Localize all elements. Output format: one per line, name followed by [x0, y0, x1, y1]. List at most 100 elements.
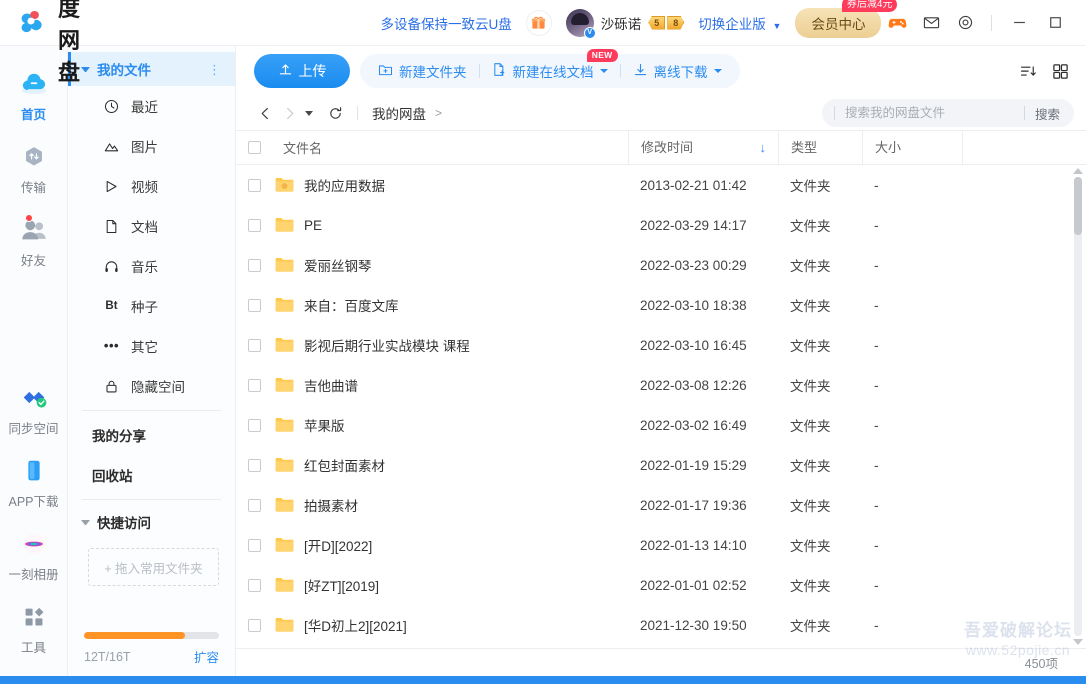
scrollbar-track[interactable] — [1074, 177, 1082, 636]
column-header-name[interactable]: 文件名 — [261, 138, 628, 157]
column-header-type[interactable]: 类型 — [778, 130, 862, 165]
select-all-checkbox[interactable] — [248, 141, 261, 154]
table-row[interactable]: 苹果版 2022-03-02 16:49 文件夹 - — [236, 405, 1086, 445]
table-row[interactable]: 拍摄素材 2022-01-17 19:36 文件夹 - — [236, 485, 1086, 525]
sidebar-item-my-shares[interactable]: 我的分享 — [68, 415, 235, 455]
storage-info: 12T/16T 扩容 — [84, 647, 219, 666]
vip-center-button[interactable]: 会员中心 券后减4元 — [795, 0, 898, 38]
file-name[interactable]: 拍摄素材 — [304, 495, 358, 515]
search-input[interactable] — [845, 106, 1014, 120]
sidebar-item-hidden-space[interactable]: 隐藏空间 — [68, 366, 235, 406]
more-vertical-icon[interactable]: ⋮ — [208, 63, 221, 76]
divider — [82, 499, 221, 500]
rail-item-photo-album[interactable]: 一刻相册 — [0, 520, 68, 593]
file-name[interactable]: 红包封面素材 — [304, 455, 385, 475]
sidebar-item-quick-access[interactable]: 快捷访问 — [68, 504, 235, 540]
row-checkbox[interactable] — [248, 418, 261, 432]
user-profile[interactable]: V 沙砾诺 5 8 — [565, 8, 685, 39]
sidebar-item-label: 隐藏空间 — [131, 380, 185, 395]
sidebar-item-my-files[interactable]: 我的文件 ⋮ — [68, 52, 235, 86]
row-checkbox[interactable] — [248, 618, 261, 632]
table-row[interactable]: 红包封面素材 2022-01-19 15:29 文件夹 - — [236, 445, 1086, 485]
scroll-down-icon[interactable] — [1073, 639, 1083, 645]
rail-item-transfer[interactable]: 传输 — [0, 133, 68, 206]
folder-plus-icon — [378, 62, 393, 80]
row-checkbox[interactable] — [248, 178, 261, 192]
file-name[interactable]: [好ZT][2019] — [304, 575, 379, 595]
table-row[interactable]: [开D][2022] 2022-01-13 14:10 文件夹 - — [236, 525, 1086, 565]
file-name[interactable]: 苹果版 — [304, 415, 345, 435]
table-row[interactable]: [好ZT][2019] 2022-01-01 02:52 文件夹 - — [236, 565, 1086, 605]
search-button[interactable]: 搜索 — [1035, 104, 1074, 123]
file-name[interactable]: 来自：百度文库 — [304, 295, 399, 315]
table-row[interactable]: PE 2022-03-29 14:17 文件夹 - — [236, 205, 1086, 245]
file-name-cell: 吉他曲谱 — [261, 375, 628, 395]
file-name-cell: 来自：百度文库 — [261, 295, 628, 315]
row-checkbox[interactable] — [248, 218, 261, 232]
row-checkbox[interactable] — [248, 458, 261, 472]
rail-item-sync-space[interactable]: 同步空间 — [0, 374, 68, 447]
table-row[interactable]: 吉他曲谱 2022-03-08 12:26 文件夹 - — [236, 365, 1086, 405]
minimize-button[interactable] — [1002, 8, 1036, 38]
new-folder-button[interactable]: 新建文件夹 — [366, 56, 479, 86]
switch-enterprise-button[interactable]: 切换企业版 ▼ — [698, 13, 781, 33]
rail-item-friends[interactable]: 好友 — [0, 206, 68, 279]
new-online-doc-button[interactable]: 新建在线文档 NEW — [480, 49, 620, 86]
maximize-button[interactable] — [1038, 8, 1072, 38]
file-name[interactable]: 爱丽丝钢琴 — [304, 255, 372, 275]
sidebar-item-documents[interactable]: 文档 — [68, 206, 235, 246]
gift-icon[interactable] — [525, 9, 552, 36]
table-row[interactable]: 爱丽丝钢琴 2022-03-23 00:29 文件夹 - — [236, 245, 1086, 285]
row-checkbox[interactable] — [248, 378, 261, 392]
row-checkbox[interactable] — [248, 538, 261, 552]
sidebar-item-other[interactable]: ••• 其它 — [68, 326, 235, 366]
folder-icon — [275, 497, 294, 513]
row-checkbox[interactable] — [248, 498, 261, 512]
refresh-button[interactable] — [323, 101, 347, 125]
scroll-up-icon[interactable] — [1073, 168, 1083, 174]
grid-view-icon[interactable] — [1046, 57, 1074, 85]
file-name[interactable]: [开D][2022] — [304, 535, 372, 555]
quick-access-dropzone[interactable]: + 拖入常用文件夹 — [88, 548, 219, 586]
sidebar-item-torrents[interactable]: Bt 种子 — [68, 286, 235, 326]
rail-item-app-download[interactable]: APP下载 — [0, 447, 68, 520]
file-name[interactable]: [华D初上2][2021] — [304, 615, 407, 635]
expand-storage-link[interactable]: 扩容 — [194, 647, 219, 666]
sidebar-item-recycle-bin[interactable]: 回收站 — [68, 455, 235, 495]
sort-desc-icon[interactable] — [1014, 57, 1042, 85]
column-header-time[interactable]: 修改时间 ↓ — [628, 130, 778, 165]
file-name-cell: 红包封面素材 — [261, 455, 628, 475]
rail-item-tools[interactable]: 工具 — [0, 593, 68, 666]
scrollbar-thumb[interactable] — [1074, 177, 1082, 235]
forward-button[interactable] — [278, 102, 300, 124]
row-checkbox[interactable] — [248, 298, 261, 312]
upload-button[interactable]: 上传 — [254, 54, 350, 88]
vertical-scrollbar[interactable] — [1072, 165, 1084, 648]
table-row[interactable]: 我的应用数据 2013-02-21 01:42 文件夹 - — [236, 165, 1086, 205]
file-name[interactable]: PE — [304, 218, 322, 233]
sidebar-item-recent[interactable]: 最近 — [68, 86, 235, 126]
close-button[interactable] — [1074, 8, 1086, 38]
settings-icon[interactable] — [949, 7, 981, 39]
table-row[interactable]: 来自：百度文库 2022-03-10 18:38 文件夹 - — [236, 285, 1086, 325]
sidebar-item-music[interactable]: 音乐 — [68, 246, 235, 286]
offline-download-button[interactable]: 离线下载 — [621, 56, 734, 86]
promo-link[interactable]: 多设备保持一致云U盘 — [381, 13, 512, 33]
history-dropdown-icon[interactable] — [305, 110, 313, 116]
file-name[interactable]: 影视后期行业实战模块 课程 — [304, 335, 470, 355]
switch-enterprise-label: 切换企业版 — [698, 16, 766, 32]
back-button[interactable] — [254, 102, 276, 124]
breadcrumb-root[interactable]: 我的网盘 — [372, 103, 426, 123]
row-checkbox[interactable] — [248, 258, 261, 272]
sidebar-item-images[interactable]: 图片 — [68, 126, 235, 166]
row-checkbox[interactable] — [248, 578, 261, 592]
table-row[interactable]: 影视后期行业实战模块 课程 2022-03-10 16:45 文件夹 - — [236, 325, 1086, 365]
bottom-accent-strip — [0, 676, 1086, 684]
mail-icon[interactable] — [915, 7, 947, 39]
file-name[interactable]: 我的应用数据 — [304, 175, 385, 195]
column-header-size[interactable]: 大小 — [862, 130, 962, 165]
file-name[interactable]: 吉他曲谱 — [304, 375, 358, 395]
row-checkbox[interactable] — [248, 338, 261, 352]
sidebar-item-videos[interactable]: 视频 — [68, 166, 235, 206]
table-row[interactable]: [华D初上2][2021] 2021-12-30 19:50 文件夹 - — [236, 605, 1086, 645]
